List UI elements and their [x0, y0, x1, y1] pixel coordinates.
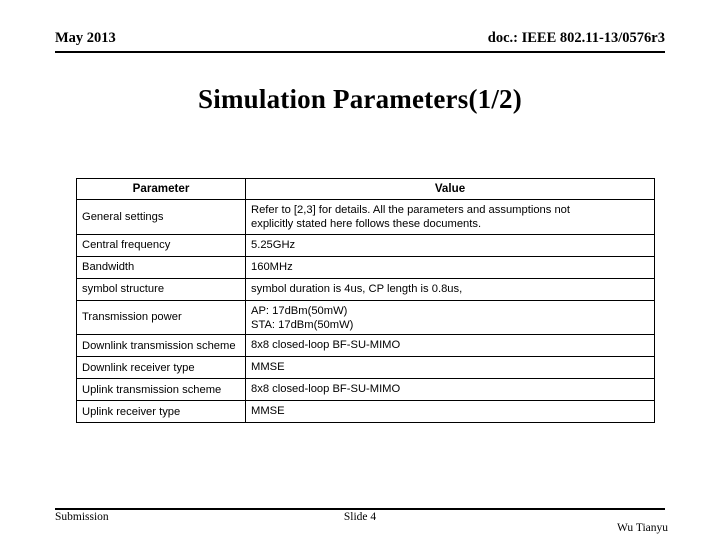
table-row: Downlink transmission scheme 8x8 closed-…	[76, 334, 655, 358]
footer-divider	[55, 508, 665, 510]
footer-author: Wu Tianyu	[617, 522, 668, 534]
slide-header: May 2013 doc.: IEEE 802.11-13/0576r3	[55, 30, 665, 52]
cell-parameter: Downlink transmission scheme	[76, 334, 246, 358]
table-row: Uplink transmission scheme 8x8 closed-lo…	[76, 378, 655, 402]
value-line: MMSE	[251, 361, 285, 374]
cell-value: 160MHz	[245, 255, 655, 279]
cell-parameter: Uplink transmission scheme	[76, 378, 246, 402]
cell-parameter: Bandwidth	[76, 255, 246, 279]
cell-parameter: Downlink receiver type	[76, 356, 246, 380]
table-row: General settings Refer to [2,3] for deta…	[76, 199, 655, 235]
value-line: 8x8 closed-loop BF-SU-MIMO	[251, 383, 401, 396]
value-line: STA: 17dBm(50mW)	[251, 318, 354, 331]
table-row: Central frequency 5.25GHz	[76, 233, 655, 257]
cell-parameter: General settings	[76, 199, 246, 235]
column-header-value: Value	[245, 178, 655, 200]
value-line: 5.25GHz	[251, 238, 296, 251]
value-line: symbol duration is 4us, CP length is 0.8…	[251, 282, 463, 295]
value-line: 160MHz	[251, 260, 293, 273]
cell-value: MMSE	[245, 400, 655, 424]
value-line: Refer to [2,3] for details. All the para…	[251, 204, 571, 216]
value-line: MMSE	[251, 405, 285, 418]
value-line: AP: 17dBm(50mW)	[251, 304, 348, 317]
cell-value: 8x8 closed-loop BF-SU-MIMO	[245, 334, 655, 358]
table-row: Downlink receiver type MMSE	[76, 356, 655, 380]
table-row: Uplink receiver type MMSE	[76, 400, 655, 424]
table-row: Transmission power AP: 17dBm(50mW) STA: …	[76, 299, 655, 336]
header-doc-reference: doc.: IEEE 802.11-13/0576r3	[487, 30, 665, 46]
slide-footer: Submission Slide 4 Wu Tianyu	[55, 511, 668, 534]
footer-slide-number: Slide 4	[343, 511, 377, 523]
cell-parameter: symbol structure	[76, 277, 246, 301]
header-date: May 2013	[55, 30, 116, 46]
page-title: Simulation Parameters(1/2)	[198, 84, 522, 114]
header-divider	[55, 51, 665, 53]
cell-value: 5.25GHz	[245, 233, 655, 257]
cell-value: symbol duration is 4us, CP length is 0.8…	[245, 277, 655, 301]
value-line: explicitly stated here follows these doc…	[251, 218, 482, 231]
cell-value: Refer to [2,3] for details. All the para…	[245, 199, 655, 235]
simulation-parameters-table: Parameter Value General settings Refer t…	[76, 178, 655, 424]
cell-value: MMSE	[245, 356, 655, 380]
value-line: 8x8 closed-loop BF-SU-MIMO	[251, 339, 401, 352]
cell-parameter: Central frequency	[76, 233, 246, 257]
table-header-row: Parameter Value	[76, 178, 655, 200]
cell-value: 8x8 closed-loop BF-SU-MIMO	[245, 378, 655, 402]
cell-value: AP: 17dBm(50mW) STA: 17dBm(50mW)	[245, 299, 655, 336]
table-row: Bandwidth 160MHz	[76, 255, 655, 279]
column-header-parameter: Parameter	[76, 178, 246, 200]
cell-parameter: Transmission power	[76, 299, 246, 336]
cell-parameter: Uplink receiver type	[76, 400, 246, 424]
table-row: symbol structure symbol duration is 4us,…	[76, 277, 655, 301]
